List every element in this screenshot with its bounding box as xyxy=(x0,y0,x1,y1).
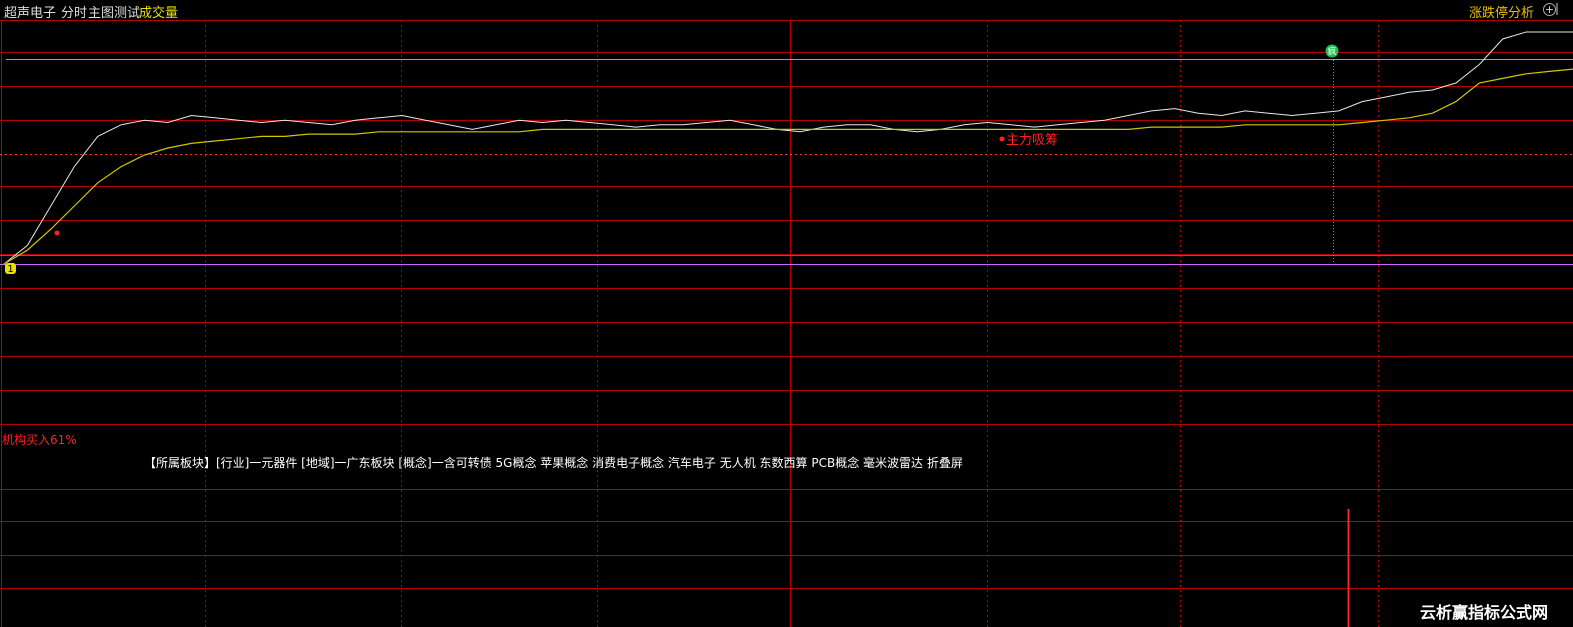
signal-dot xyxy=(54,230,60,236)
sector-info: 【所属板块】[行业]一元器件 [地域]一广东板块 [概念]一含可转债 5G概念 … xyxy=(144,456,963,470)
intraday-chart[interactable]: 1 疯 主力吸筹 xyxy=(0,0,1573,627)
limit-up-marker-label: 疯 xyxy=(1327,46,1336,58)
institution-buy-label: 机构买入61% xyxy=(2,433,77,447)
stock-name[interactable]: 超声电子 xyxy=(4,2,56,21)
watermark: 云析赢指标公式网 xyxy=(1420,603,1549,622)
limit-up-marker: 疯 xyxy=(1325,44,1339,58)
mode-label[interactable]: 分时 xyxy=(61,2,87,21)
limit-analysis-button[interactable]: 涨跌停分析 xyxy=(1469,2,1534,21)
main-indicator-label[interactable]: 主图测试 xyxy=(88,2,140,21)
start-marker-label: 1 xyxy=(7,264,13,275)
signal-dot xyxy=(999,136,1005,142)
start-marker: 1 xyxy=(5,263,16,275)
add-icon[interactable]: + xyxy=(1543,3,1556,16)
average-price-line xyxy=(3,68,1573,265)
chart-header: 超声电子 分时 主图测试 成交量 涨跌停分析 + xyxy=(0,0,1573,21)
panel-toggle-icon[interactable] xyxy=(1556,3,1558,15)
price-line xyxy=(3,31,1573,265)
main-force-label: 主力吸筹 xyxy=(1006,132,1058,148)
volume-indicator-label[interactable]: 成交量 xyxy=(139,2,178,21)
